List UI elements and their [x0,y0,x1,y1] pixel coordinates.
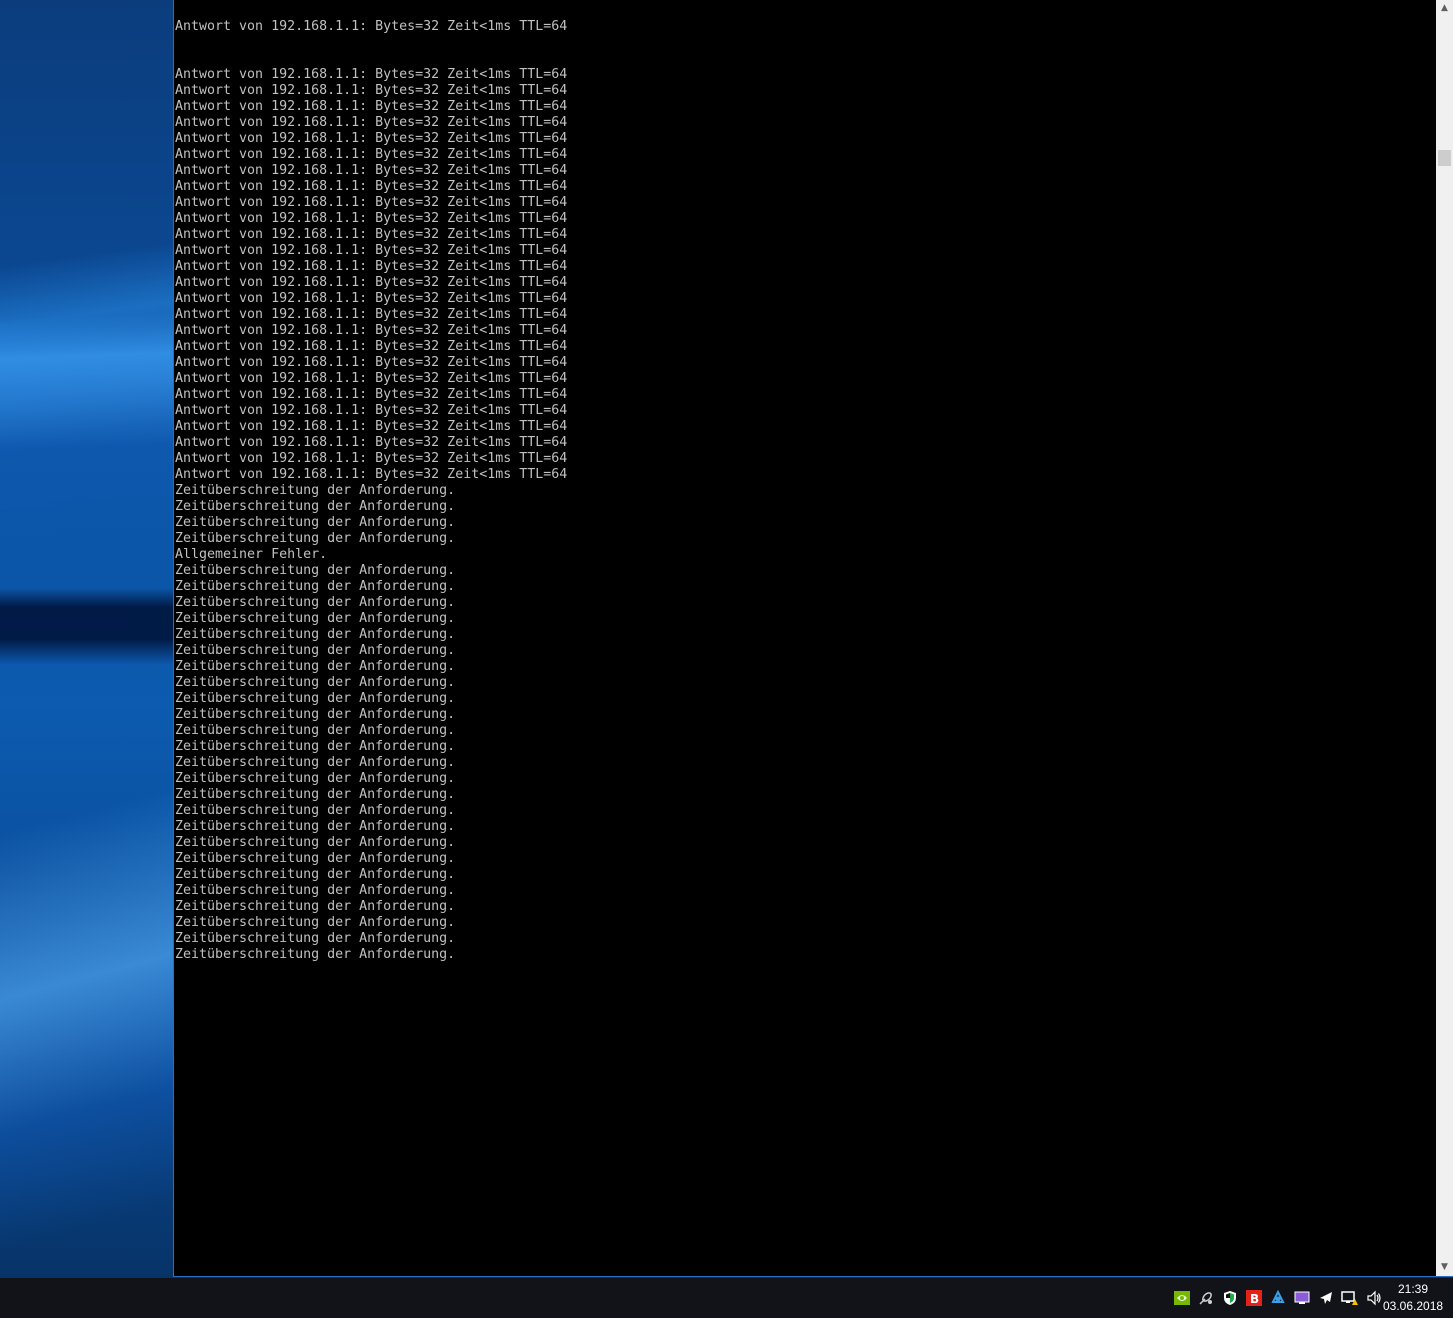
console-line: Zeitüberschreitung der Anforderung. [175,483,456,498]
network-cloud-icon[interactable] [1269,1289,1287,1307]
console-line: Zeitüberschreitung der Anforderung. [175,723,456,738]
speaker-icon[interactable] [1365,1289,1383,1307]
console-line: Zeitüberschreitung der Anforderung. [175,899,456,914]
console-line: Antwort von 192.168.1.1: Bytes=32 Zeit<1… [175,131,568,146]
taskbar-clock[interactable]: 21:39 03.06.2018 [1383,1281,1443,1315]
console-line: Zeitüberschreitung der Anforderung. [175,675,456,690]
svg-text:B: B [1250,1292,1259,1306]
console-line: Zeitüberschreitung der Anforderung. [175,915,456,930]
console-line: Zeitüberschreitung der Anforderung. [175,627,456,642]
console-line: Antwort von 192.168.1.1: Bytes=32 Zeit<1… [175,243,568,258]
network-warning-icon[interactable] [1341,1289,1359,1307]
console-line: Antwort von 192.168.1.1: Bytes=32 Zeit<1… [175,179,568,194]
console-line: Zeitüberschreitung der Anforderung. [175,883,456,898]
console-line: Antwort von 192.168.1.1: Bytes=32 Zeit<1… [175,291,568,306]
console-line: Zeitüberschreitung der Anforderung. [175,771,456,786]
command-prompt-window[interactable]: Antwort von 192.168.1.1: Bytes=32 Zeit<1… [173,0,1436,1277]
console-line: Zeitüberschreitung der Anforderung. [175,659,456,674]
scroll-up-button[interactable]: ▲ [1436,0,1453,17]
clock-date: 03.06.2018 [1383,1299,1444,1313]
console-line: Zeitüberschreitung der Anforderung. [175,515,456,530]
console-line: Zeitüberschreitung der Anforderung. [175,531,456,546]
console-line: Antwort von 192.168.1.1: Bytes=32 Zeit<1… [175,259,568,274]
console-line-partial: Antwort von 192.168.1.1: Bytes=32 Zeit<1… [175,19,568,34]
security-shield-icon[interactable] [1221,1289,1239,1307]
console-line: Antwort von 192.168.1.1: Bytes=32 Zeit<1… [175,115,568,130]
console-line: Zeitüberschreitung der Anforderung. [175,755,456,770]
console-line: Antwort von 192.168.1.1: Bytes=32 Zeit<1… [175,323,568,338]
console-line: Antwort von 192.168.1.1: Bytes=32 Zeit<1… [175,339,568,354]
console-line: Zeitüberschreitung der Anforderung. [175,707,456,722]
console-line: Zeitüberschreitung der Anforderung. [175,611,456,626]
console-output: Antwort von 192.168.1.1: Bytes=32 Zeit<1… [175,0,567,995]
console-line: Zeitüberschreitung der Anforderung. [175,691,456,706]
console-line: Zeitüberschreitung der Anforderung. [175,739,456,754]
console-line: Zeitüberschreitung der Anforderung. [175,931,456,946]
airplane-icon[interactable] [1317,1289,1335,1307]
console-line: Zeitüberschreitung der Anforderung. [175,579,456,594]
console-line: Zeitüberschreitung der Anforderung. [175,595,456,610]
console-line: Antwort von 192.168.1.1: Bytes=32 Zeit<1… [175,275,568,290]
console-line: Antwort von 192.168.1.1: Bytes=32 Zeit<1… [175,467,568,482]
bitdefender-icon[interactable]: B [1245,1289,1263,1307]
console-line: Antwort von 192.168.1.1: Bytes=32 Zeit<1… [175,435,568,450]
console-line: Antwort von 192.168.1.1: Bytes=32 Zeit<1… [175,387,568,402]
console-line: Allgemeiner Fehler. [175,547,328,562]
console-line: Zeitüberschreitung der Anforderung. [175,867,456,882]
satellite-icon[interactable] [1197,1289,1215,1307]
console-line: Zeitüberschreitung der Anforderung. [175,787,456,802]
console-line: Antwort von 192.168.1.1: Bytes=32 Zeit<1… [175,83,568,98]
clock-time: 21:39 [1397,1282,1429,1296]
console-line: Antwort von 192.168.1.1: Bytes=32 Zeit<1… [175,451,568,466]
scroll-thumb[interactable] [1438,150,1451,166]
nvidia-icon[interactable] [1173,1289,1191,1307]
display-icon[interactable] [1293,1289,1311,1307]
console-line: Antwort von 192.168.1.1: Bytes=32 Zeit<1… [175,419,568,434]
console-line: Zeitüberschreitung der Anforderung. [175,803,456,818]
console-line: Antwort von 192.168.1.1: Bytes=32 Zeit<1… [175,67,568,82]
console-line: Antwort von 192.168.1.1: Bytes=32 Zeit<1… [175,99,568,114]
console-line: Antwort von 192.168.1.1: Bytes=32 Zeit<1… [175,163,568,178]
console-line: Zeitüberschreitung der Anforderung. [175,563,456,578]
console-line: Antwort von 192.168.1.1: Bytes=32 Zeit<1… [175,355,568,370]
scroll-down-button[interactable]: ▼ [1436,1259,1453,1276]
console-line: Zeitüberschreitung der Anforderung. [175,499,456,514]
console-line: Zeitüberschreitung der Anforderung. [175,947,456,962]
console-line: Zeitüberschreitung der Anforderung. [175,835,456,850]
console-line: Zeitüberschreitung der Anforderung. [175,643,456,658]
console-line: Antwort von 192.168.1.1: Bytes=32 Zeit<1… [175,307,568,322]
console-line: Antwort von 192.168.1.1: Bytes=32 Zeit<1… [175,195,568,210]
console-line: Antwort von 192.168.1.1: Bytes=32 Zeit<1… [175,227,568,242]
console-scrollbar[interactable]: ▲ ▼ [1436,0,1453,1277]
console-line: Zeitüberschreitung der Anforderung. [175,819,456,834]
console-line: Zeitüberschreitung der Anforderung. [175,851,456,866]
taskbar: B 21:39 03.06.2018 [0,1278,1453,1318]
console-line: Antwort von 192.168.1.1: Bytes=32 Zeit<1… [175,211,568,226]
console-line: Antwort von 192.168.1.1: Bytes=32 Zeit<1… [175,371,568,386]
console-line: Antwort von 192.168.1.1: Bytes=32 Zeit<1… [175,403,568,418]
console-line: Antwort von 192.168.1.1: Bytes=32 Zeit<1… [175,147,568,162]
system-tray: B [1173,1278,1383,1318]
